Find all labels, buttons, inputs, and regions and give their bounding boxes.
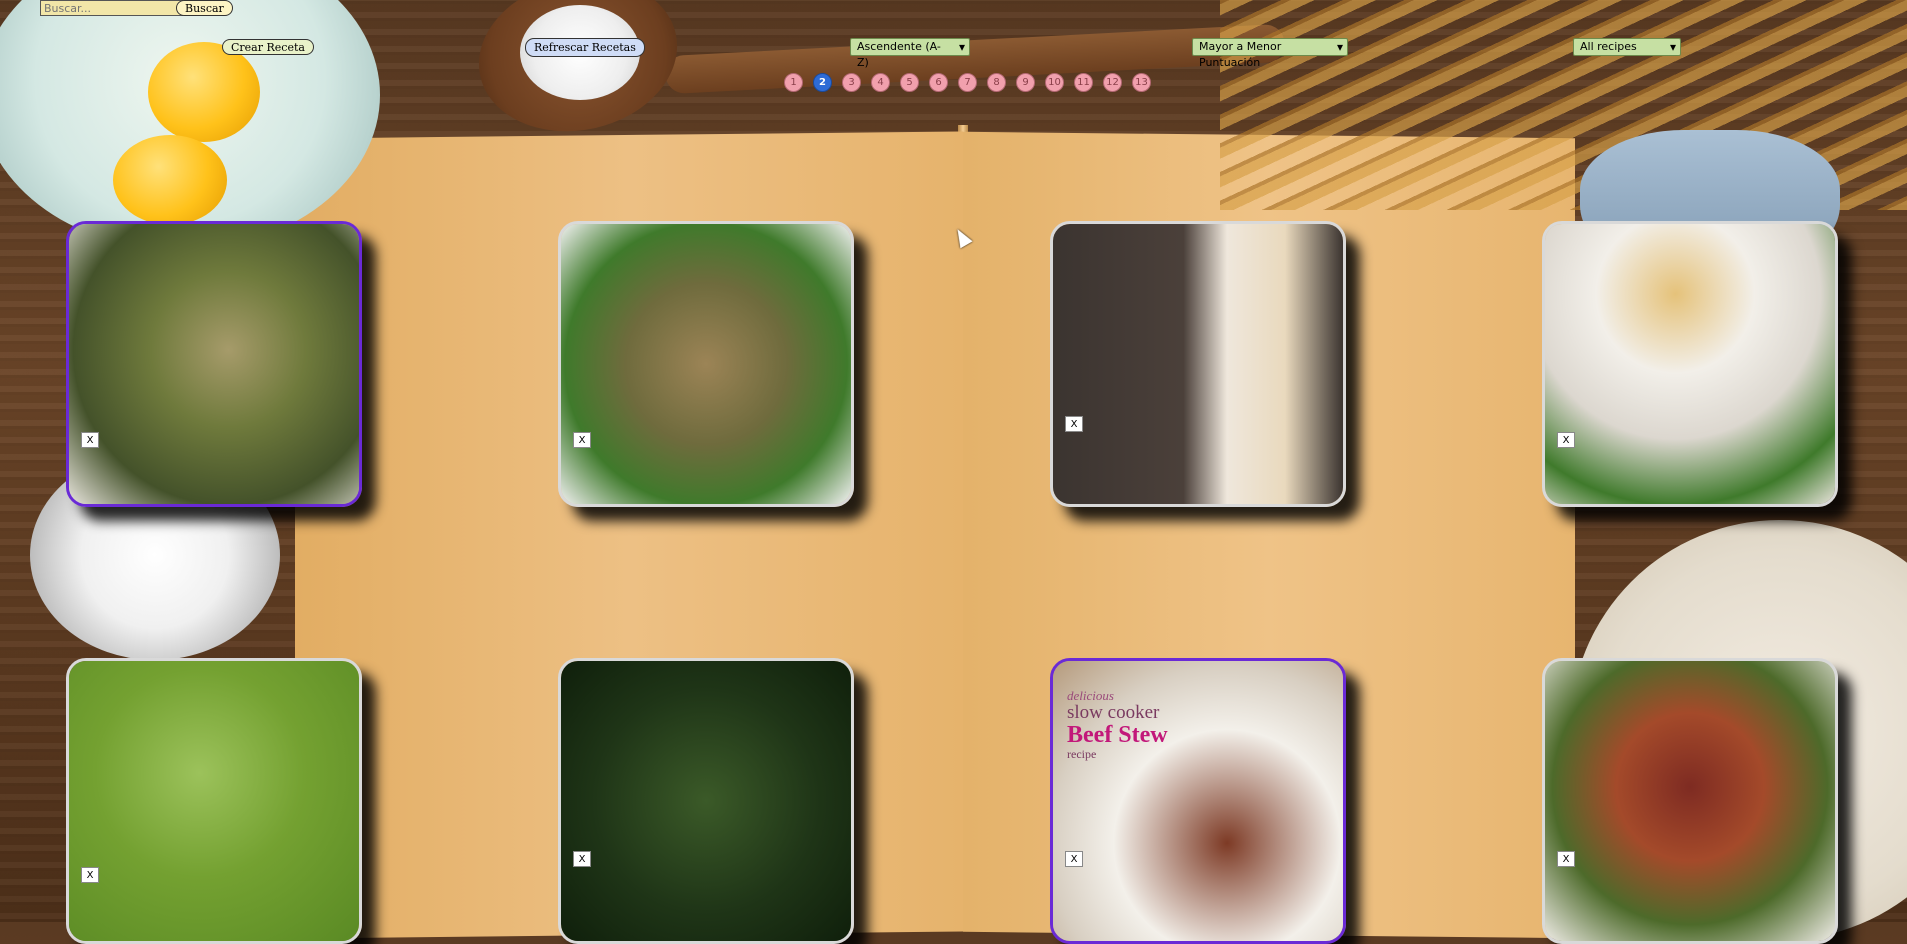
page-button[interactable]: 3 [842,73,861,92]
page-button[interactable]: 9 [1016,73,1035,92]
caption-line: slow cooker [1067,701,1160,723]
caption-line: recipe [1067,746,1097,761]
delete-recipe-button[interactable]: X [1065,416,1083,432]
delete-recipe-button[interactable]: X [573,851,591,867]
delete-recipe-button[interactable]: X [81,432,99,448]
search-input[interactable] [40,0,183,16]
pagination: 1 2 3 4 5 6 7 8 9 10 11 12 13 [784,73,1151,92]
recipe-image [69,224,359,504]
page-button[interactable]: 12 [1103,73,1122,92]
page-button[interactable]: 11 [1074,73,1093,92]
delete-recipe-button[interactable]: X [1557,432,1575,448]
diet-filter-value: All recipes [1580,40,1637,53]
diet-filter-select[interactable]: All recipes [1573,38,1681,56]
page-button[interactable]: 5 [900,73,919,92]
recipe-card[interactable]: X [66,658,362,944]
page-button-active[interactable]: 2 [813,73,832,92]
delete-recipe-button[interactable]: X [81,867,99,883]
page-button[interactable]: 13 [1132,73,1151,92]
recipe-image [561,661,851,941]
create-recipe-button[interactable]: Crear Receta [222,39,314,55]
egg-yolk [148,42,260,142]
page-button[interactable]: 10 [1045,73,1064,92]
delete-recipe-button[interactable]: X [573,432,591,448]
delete-recipe-button[interactable]: X [1065,851,1083,867]
recipe-card[interactable]: X [558,658,854,944]
caption-line: delicious [1067,688,1114,703]
recipe-card[interactable]: X [1542,221,1838,507]
recipe-image [1545,224,1835,504]
page-button[interactable]: 1 [784,73,803,92]
search-button[interactable]: Buscar [176,0,233,16]
recipe-card[interactable]: delicious slow cooker Beef Stew recipe X [1050,658,1346,944]
refresh-recipes-button[interactable]: Refrescar Recetas [525,38,645,57]
page-button[interactable]: 6 [929,73,948,92]
recipe-image [1545,661,1835,941]
recipe-card[interactable]: X [66,221,362,507]
recipe-image [69,661,359,941]
recipe-card[interactable]: X [558,221,854,507]
recipe-image [1053,224,1343,504]
score-sort-select[interactable]: Mayor a Menor Puntuación [1192,38,1348,69]
caption-line: Beef Stew [1067,721,1168,748]
egg-yolk [113,135,227,225]
recipe-image [561,224,851,504]
recipe-card[interactable]: X [1542,658,1838,944]
delete-recipe-button[interactable]: X [1557,851,1575,867]
page-button[interactable]: 7 [958,73,977,92]
page-button[interactable]: 4 [871,73,890,92]
alpha-sort-select[interactable]: Ascendente (A-Z) [850,38,970,69]
page-button[interactable]: 8 [987,73,1006,92]
recipe-image-caption: delicious slow cooker Beef Stew recipe [1067,689,1168,760]
recipe-card[interactable]: X [1050,221,1346,507]
